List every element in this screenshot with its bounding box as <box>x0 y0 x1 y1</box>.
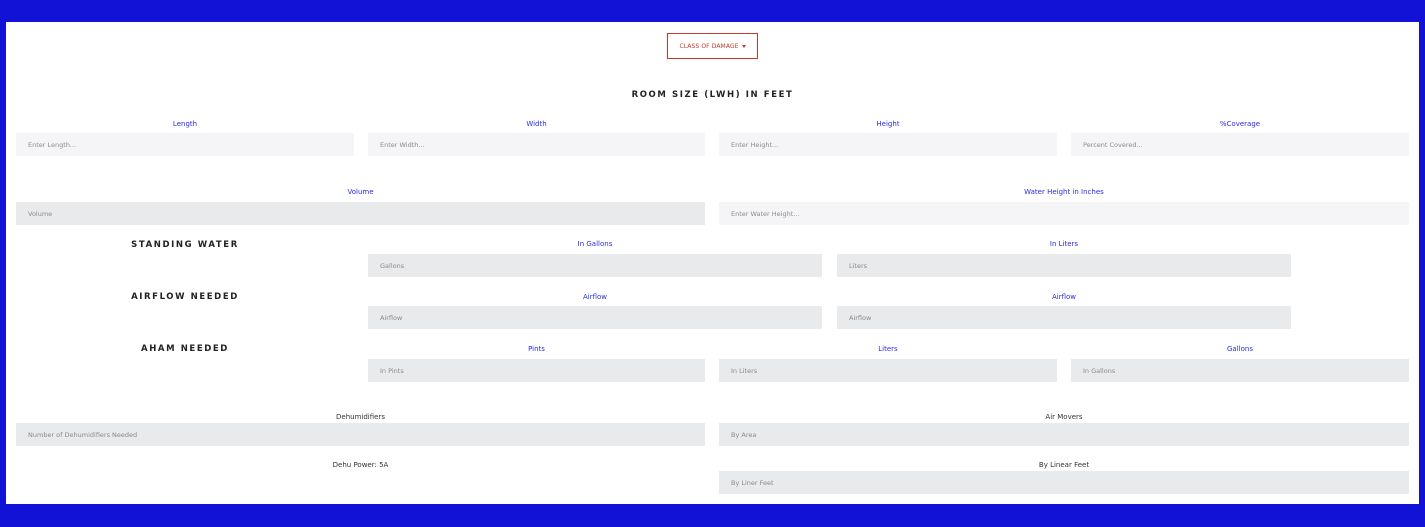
dehu-power-text: Dehu Power: 5A <box>332 461 389 469</box>
gallons-label: In Gallons <box>577 240 613 248</box>
air-movers-area-field[interactable] <box>719 423 1409 446</box>
width-label: Width <box>526 120 547 128</box>
linear-feet-label: By Linear Feet <box>1038 461 1090 469</box>
pints-label: Pints <box>528 345 545 353</box>
airflow-right-label: Airflow <box>1051 293 1077 301</box>
aham-gallons-field[interactable] <box>1071 359 1409 382</box>
aham-gallons-label: Gallons <box>1227 345 1253 353</box>
air-movers-label: Air Movers <box>1045 413 1083 421</box>
coverage-input[interactable] <box>1071 133 1409 156</box>
main-panel: CLASS OF DAMAGE ROOM SIZE (LWH) IN FEET … <box>6 22 1419 504</box>
dehumidifiers-field[interactable] <box>16 423 705 446</box>
standing-gallons-field[interactable] <box>368 254 822 277</box>
aham-liters-field[interactable] <box>719 359 1057 382</box>
length-label: Length <box>172 120 198 128</box>
airflow-left-label: Airflow <box>582 293 608 301</box>
airflow-right-field[interactable] <box>837 306 1291 329</box>
length-input[interactable] <box>16 133 354 156</box>
room-size-heading: ROOM SIZE (LWH) IN FEET <box>631 90 794 100</box>
aham-needed-heading: AHAM NEEDED <box>141 344 229 354</box>
standing-water-heading: STANDING WATER <box>131 240 239 250</box>
dehumidifiers-label: Dehumidifiers <box>336 413 385 421</box>
airflow-needed-heading: AIRFLOW NEEDED <box>131 292 239 302</box>
coverage-label: %Coverage <box>1219 120 1261 128</box>
caret-down-icon <box>741 44 746 48</box>
volume-field[interactable] <box>16 202 705 225</box>
volume-label: Volume <box>347 188 374 196</box>
aham-pints-field[interactable] <box>368 359 705 382</box>
standing-liters-field[interactable] <box>837 254 1291 277</box>
liters-label: In Liters <box>1049 240 1079 248</box>
water-height-input[interactable] <box>719 202 1409 225</box>
class-of-damage-dropdown[interactable]: CLASS OF DAMAGE <box>667 33 758 59</box>
height-label: Height <box>876 120 900 128</box>
airflow-left-field[interactable] <box>368 306 822 329</box>
water-height-label: Water Height in Inches <box>1024 188 1104 196</box>
air-movers-linear-field[interactable] <box>719 471 1409 494</box>
aham-liters-label: Liters <box>878 345 898 353</box>
width-input[interactable] <box>368 133 705 156</box>
class-of-damage-label: CLASS OF DAMAGE <box>679 42 739 50</box>
height-input[interactable] <box>719 133 1057 156</box>
